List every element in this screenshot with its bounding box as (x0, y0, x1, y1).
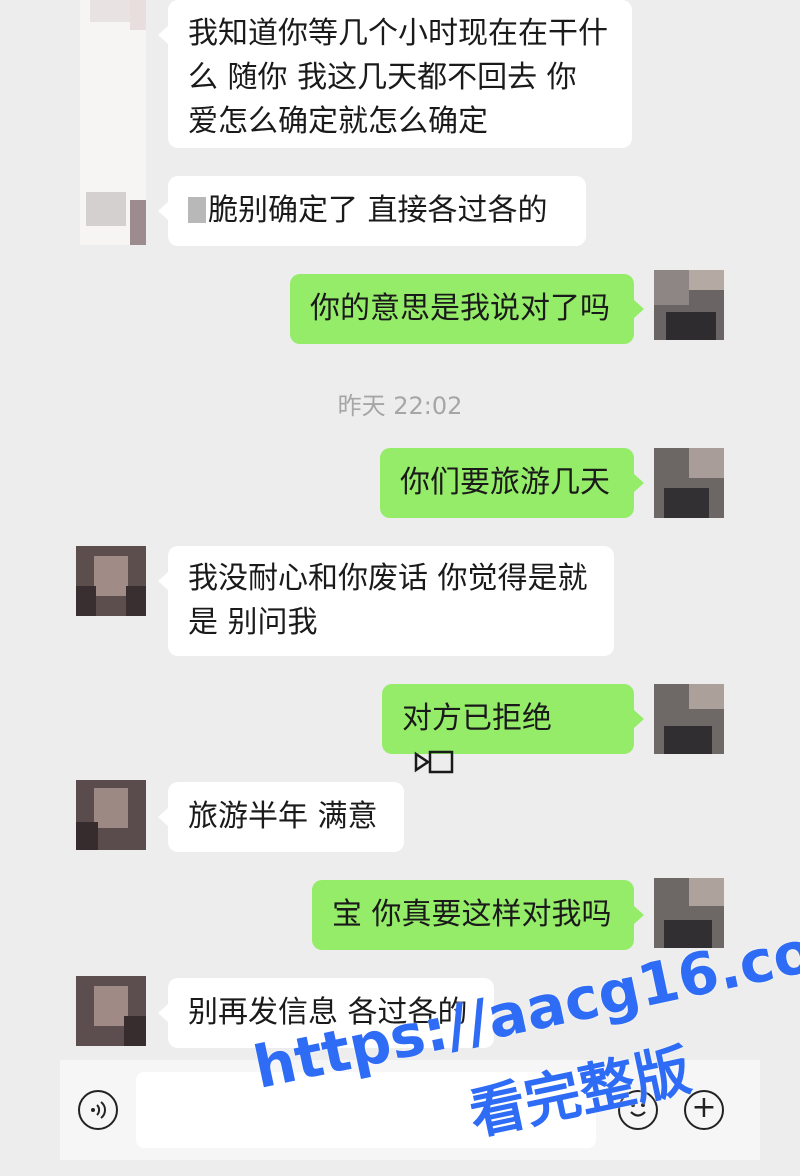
message-bubble-incoming[interactable]: 旅游半年 满意 (158, 782, 404, 852)
message-bubble-outgoing[interactable]: 你的意思是我说对了吗 (290, 274, 644, 344)
message-line: 我知道你等几个小时现在在干什 (188, 16, 608, 51)
blurred-text (188, 197, 206, 223)
message-line: 么 随你 我这几天都不回去 你 (188, 60, 577, 95)
message-bubble-outgoing[interactable]: 宝 你真要这样对我吗 (312, 880, 644, 950)
message-text: 对方已拒绝 (402, 701, 552, 736)
message-bubble-incoming[interactable]: 脆别确定了 直接各过各的 (158, 176, 586, 246)
voice-icon[interactable] (78, 1090, 118, 1130)
avatar-self[interactable] (654, 684, 724, 754)
message-text: 宝 你真要这样对我吗 (332, 897, 612, 932)
avatar-contact[interactable] (76, 780, 146, 850)
message-bubble-outgoing[interactable]: 对方已拒绝 (382, 684, 644, 774)
message-text: 你的意思是我说对了吗 (310, 291, 610, 326)
video-call-icon (412, 745, 456, 789)
message-text: 脆别确定了 直接各过各的 (208, 193, 548, 228)
message-bubble-outgoing[interactable]: 你们要旅游几天 (380, 448, 644, 518)
message-bubble-incoming[interactable]: 我知道你等几个小时现在在干什 么 随你 我这几天都不回去 你 爱怎么确定就怎么确… (158, 0, 632, 148)
message-text: 旅游半年 满意 (188, 799, 378, 834)
message-text: 你们要旅游几天 (400, 465, 610, 500)
chat-area: 我知道你等几个小时现在在干什 么 随你 我这几天都不回去 你 爱怎么确定就怎么确… (0, 0, 800, 1060)
message-bubble-incoming[interactable]: 我没耐心和你废话 你觉得是就 是 别问我 (158, 546, 614, 656)
avatar-contact[interactable] (76, 546, 146, 616)
message-line: 爱怎么确定就怎么确定 (188, 104, 488, 139)
message-line: 是 别问我 (188, 605, 318, 640)
avatar-self[interactable] (654, 270, 724, 340)
avatar-self[interactable] (654, 448, 724, 518)
avatar-contact[interactable] (76, 976, 146, 1046)
timestamp: 昨天 22:02 (337, 392, 463, 420)
blurred-sidebar-image (80, 0, 146, 245)
message-line: 我没耐心和你废话 你觉得是就 (188, 561, 588, 596)
